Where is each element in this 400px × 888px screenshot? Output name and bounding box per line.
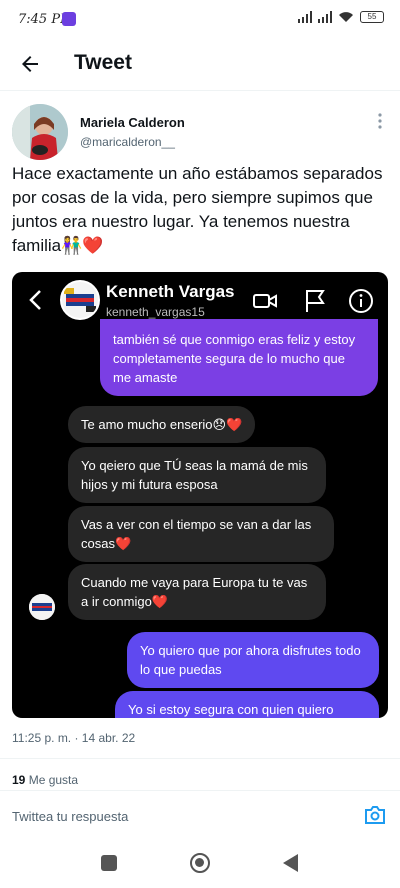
likes-count[interactable]: 19 Me gusta (12, 773, 78, 787)
top-app-bar: Tweet (0, 40, 400, 88)
status-icons: 55 (298, 11, 384, 23)
message-bubble-received: Vas a ver con el tiempo se van a dar las… (68, 506, 334, 562)
signal-icon (298, 11, 312, 23)
message-bubble-received: Te amo mucho enserio😞❤️ (68, 406, 256, 443)
author-avatar[interactable] (12, 104, 68, 160)
tweet-timestamp: 11:25 p. m. · 14 abr. 22 (12, 731, 136, 745)
author-handle[interactable]: @maricalderon__ (80, 135, 175, 149)
author-name[interactable]: Mariela Calderon (80, 115, 185, 130)
sender-avatar (29, 594, 55, 620)
message-bubble-sent: también sé que conmigo eras feliz y esto… (100, 319, 378, 396)
likes-label: Me gusta (25, 773, 79, 787)
chat-avatar (60, 280, 100, 320)
back-arrow-icon[interactable] (18, 52, 42, 76)
signal-icon-2 (318, 11, 332, 23)
wifi-icon (339, 12, 353, 22)
video-call-icon (253, 294, 277, 308)
header-divider (0, 90, 400, 91)
chat-contact-username: kenneth_vargas15 (106, 305, 205, 319)
recent-apps-icon[interactable] (101, 855, 117, 871)
page-title: Tweet (74, 51, 132, 74)
message-bubble-received: Yo qeiero que TÚ seas la mamá de mis hij… (68, 447, 326, 503)
likes-number: 19 (12, 773, 26, 787)
home-icon[interactable] (190, 853, 210, 873)
message-bubble-sent: Yo quiero que por ahora disfrutes todo l… (127, 632, 379, 688)
app-notification-icon (62, 12, 76, 26)
camera-icon[interactable] (364, 805, 386, 825)
nav-back-icon[interactable] (283, 854, 298, 872)
flag-icon (306, 290, 325, 312)
info-icon (349, 289, 373, 313)
chat-back-icon (29, 290, 41, 310)
reply-input[interactable]: Twittea tu respuesta (12, 809, 128, 824)
tweet-media-image[interactable]: Kenneth Vargas kenneth_vargas15 también … (12, 272, 388, 718)
timestamp-divider (0, 758, 400, 759)
system-nav-bar (0, 840, 400, 888)
tweet-text: Hace exactamente un año estábamos separa… (12, 164, 383, 255)
chat-contact-name: Kenneth Vargas (106, 282, 235, 301)
reply-bar: Twittea tu respuesta (0, 790, 400, 840)
message-bubble-sent: Yo si estoy segura con quien quiero (115, 691, 379, 718)
more-options-icon[interactable] (378, 113, 382, 129)
message-bubble-received: Cuando me vaya para Europa tu te vas a i… (68, 564, 326, 620)
status-bar: 7:45 PM 55 (0, 0, 400, 40)
battery-icon: 55 (360, 11, 384, 23)
